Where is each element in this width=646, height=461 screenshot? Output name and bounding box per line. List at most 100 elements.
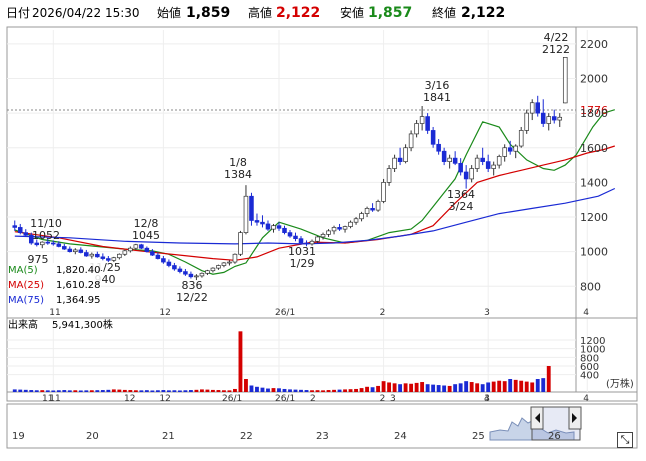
- navigator-date-label: 20: [86, 431, 99, 442]
- candle-body: [348, 221, 353, 227]
- candle: [23, 229, 29, 237]
- volume-bar: [84, 390, 89, 392]
- candle-body: [386, 168, 392, 183]
- volume-tick-label: 1200: [580, 336, 605, 347]
- candle: [84, 249, 89, 257]
- candle: [78, 247, 84, 254]
- volume-bar: [288, 389, 292, 392]
- candle: [447, 154, 452, 169]
- volume-bar: [56, 390, 61, 392]
- candle-body: [540, 112, 546, 124]
- volume-bar: [519, 380, 524, 392]
- candle: [452, 151, 458, 166]
- month-tick-label: 26/1: [275, 308, 295, 318]
- volume-bar: [100, 390, 105, 392]
- candle: [348, 220, 353, 229]
- volume-bar: [469, 382, 474, 392]
- volume-bar: [233, 388, 237, 392]
- candle: [95, 251, 100, 258]
- ma25-legend-row: MA(25) 1,610.28: [8, 278, 101, 293]
- candle-body: [45, 241, 51, 244]
- candle-body: [496, 156, 502, 166]
- volume-bar: [222, 390, 226, 392]
- candle: [513, 144, 518, 159]
- candle: [425, 113, 430, 134]
- candle: [485, 154, 491, 172]
- volume-bar: [34, 390, 39, 392]
- candle-body: [381, 182, 386, 202]
- candle-body: [78, 249, 84, 253]
- candle: [40, 241, 45, 249]
- candle-body: [551, 116, 557, 121]
- navigator-date-label: 22: [240, 431, 253, 442]
- candle: [463, 165, 469, 189]
- price-tick-label: 1200: [580, 211, 608, 224]
- candle-body: [359, 213, 364, 220]
- candle-body: [139, 244, 144, 249]
- volume-bar: [244, 379, 248, 392]
- volume-bar: [183, 390, 188, 392]
- volume-bar: [166, 390, 171, 392]
- candle-body: [249, 195, 254, 221]
- volume-bar: [67, 390, 72, 392]
- volume-bar: [370, 387, 375, 392]
- candle-body: [419, 116, 425, 124]
- price-tick-label: 800: [580, 280, 601, 293]
- candle-body: [331, 227, 337, 232]
- candle-body: [337, 227, 342, 230]
- candle-body: [238, 232, 243, 255]
- month-tick-label: 4: [583, 308, 589, 318]
- candle-body: [172, 265, 177, 270]
- candle-body: [309, 240, 315, 245]
- candle-body: [210, 267, 216, 272]
- month-tick-label: 2: [380, 308, 386, 318]
- volume-bar: [78, 390, 83, 392]
- candle-body: [128, 247, 133, 252]
- candle: [238, 230, 243, 256]
- annotation-date: 3/24: [449, 200, 474, 213]
- volume-bar: [293, 389, 298, 392]
- price-tick-label: 2000: [580, 72, 608, 85]
- candle-body: [469, 168, 474, 180]
- candle-body: [73, 249, 78, 253]
- candle: [17, 223, 23, 235]
- candle: [474, 154, 480, 172]
- navigator[interactable]: [489, 406, 582, 441]
- candle-body: [199, 272, 205, 277]
- volume-bar: [436, 385, 441, 392]
- ma75-label: MA(75): [8, 295, 44, 306]
- candle: [210, 267, 216, 273]
- volume-bar: [541, 378, 546, 392]
- candle-body: [232, 253, 238, 263]
- volume-bar: [188, 390, 193, 392]
- candle-body: [485, 161, 491, 169]
- volume-label: 出来高: [8, 320, 38, 331]
- candle-body: [188, 273, 194, 278]
- navigator-month-label: 12: [124, 394, 135, 404]
- annotation-value: 836: [182, 279, 203, 292]
- candle-body: [89, 253, 95, 257]
- price-tick-label: 1400: [580, 176, 608, 189]
- volume-bar: [398, 384, 403, 392]
- candle: [216, 264, 221, 270]
- candle-body: [62, 246, 67, 250]
- price-tick-label: 1600: [580, 142, 608, 155]
- volume-bar: [144, 390, 149, 392]
- candle: [161, 255, 166, 264]
- volume-bar: [40, 390, 45, 392]
- candle: [122, 249, 128, 256]
- candle: [414, 120, 419, 138]
- annotation-value: 2122: [542, 43, 570, 56]
- volume-bar: [414, 382, 419, 392]
- volume-bar: [409, 383, 414, 392]
- candle: [177, 266, 183, 274]
- candle-body: [436, 143, 441, 152]
- month-tick-label: 11: [49, 308, 60, 318]
- candle-body: [375, 201, 381, 211]
- expand-icon[interactable]: ⤡: [617, 432, 633, 448]
- candle: [375, 199, 381, 212]
- volume-bar: [348, 389, 353, 392]
- volume-bar: [359, 388, 364, 392]
- candle-body: [364, 208, 370, 214]
- volume-bar: [199, 389, 204, 392]
